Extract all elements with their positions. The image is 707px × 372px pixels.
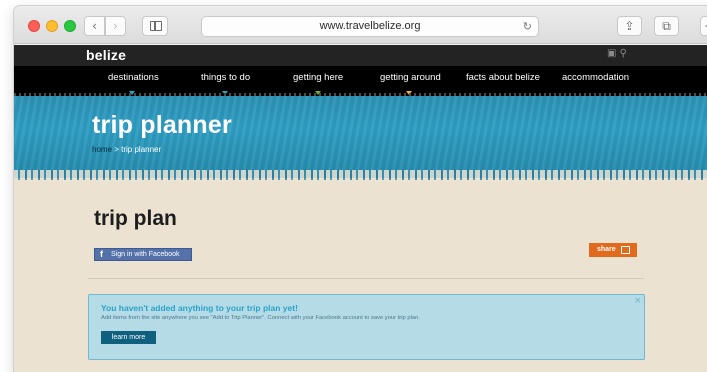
breadcrumb-separator: >	[112, 145, 122, 154]
nav-item-accommodation[interactable]: accommodation	[562, 72, 629, 83]
facebook-icon: f	[100, 249, 103, 259]
close-icon[interactable]: ×	[634, 296, 642, 306]
tabs-icon: ⧉	[662, 19, 671, 33]
nav-item-things-to-do[interactable]: things to do	[201, 72, 250, 83]
alert-title: You haven't added anything to your trip …	[101, 303, 298, 313]
share-label: share	[597, 246, 616, 253]
trip-plan-heading: trip plan	[94, 207, 177, 230]
sidebar-toggle-button[interactable]	[142, 16, 168, 36]
web-page: belize ▣ ⚲ destinations things to do get…	[14, 45, 707, 372]
share-page-button[interactable]: ⇪	[617, 16, 642, 36]
new-tab-button[interactable]: +	[700, 16, 707, 36]
back-icon: ‹	[92, 19, 97, 33]
torn-edge	[14, 170, 707, 180]
browser-toolbar: ‹ › www.travelbelize.org ↻ ⇪ ⧉ +	[14, 6, 707, 44]
address-bar[interactable]: www.travelbelize.org ↻	[201, 16, 539, 37]
site-top-bar: belize ▣ ⚲	[14, 45, 707, 66]
nav-item-facts-about-belize[interactable]: facts about belize	[466, 72, 540, 83]
facebook-sign-in-label: Sign in with Facebook	[111, 251, 180, 258]
alert-message: Add items from the site anywhere you see…	[101, 315, 420, 321]
toolbox-search-icons[interactable]: ▣ ⚲	[607, 48, 627, 59]
close-window-button[interactable]	[28, 20, 40, 32]
nav-item-getting-around[interactable]: getting around	[380, 72, 441, 83]
sidebar-icon	[150, 21, 162, 31]
back-button[interactable]: ‹	[84, 16, 105, 36]
share-icon: ⇪	[624, 19, 635, 33]
divider	[88, 278, 644, 279]
learn-more-button[interactable]: learn more	[101, 331, 156, 344]
nav-item-destinations[interactable]: destinations	[108, 72, 159, 83]
show-tabs-button[interactable]: ⧉	[654, 16, 679, 36]
browser-window: ‹ › www.travelbelize.org ↻ ⇪ ⧉ + belize …	[14, 6, 707, 372]
forward-button[interactable]: ›	[105, 16, 126, 36]
facebook-sign-in-button[interactable]: f Sign in with Facebook	[94, 248, 192, 261]
share-button[interactable]: share	[589, 243, 637, 257]
minimize-window-button[interactable]	[46, 20, 58, 32]
forward-icon: ›	[113, 19, 118, 33]
reload-icon[interactable]: ↻	[523, 17, 532, 36]
breadcrumb-home-link[interactable]: home	[92, 145, 112, 154]
url-text: www.travelbelize.org	[319, 20, 421, 32]
empty-plan-alert: You haven't added anything to your trip …	[88, 294, 645, 360]
site-logo[interactable]: belize	[86, 47, 126, 63]
main-navigation: destinations things to do getting here g…	[14, 66, 707, 96]
breadcrumb-current: trip planner	[121, 145, 162, 154]
breadcrumb: home > trip planner	[92, 145, 161, 154]
zoom-window-button[interactable]	[64, 20, 76, 32]
share-arrow-icon	[621, 246, 630, 254]
page-title: trip planner	[92, 111, 232, 139]
nav-item-getting-here[interactable]: getting here	[293, 72, 343, 83]
